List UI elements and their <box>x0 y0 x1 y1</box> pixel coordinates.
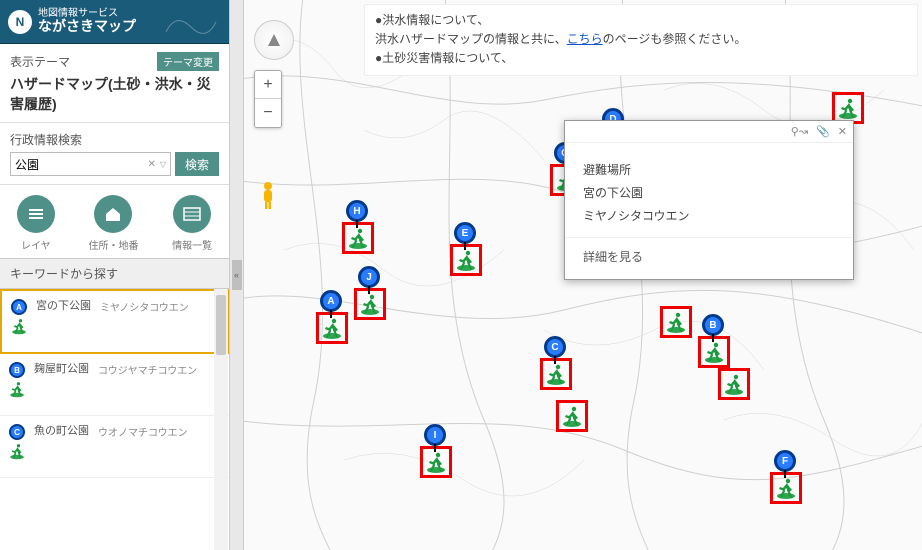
keyword-search-header: キーワードから探す <box>0 258 229 289</box>
info-line2-post: のページも参照ください。 <box>603 32 747 46</box>
marker-pin-icon: B <box>702 314 724 336</box>
admin-search-section: 行政情報検索 公園 ✕ ▽ 検索 <box>0 123 229 185</box>
search-input[interactable]: 公園 ✕ ▽ <box>10 152 171 176</box>
search-value: 公園 <box>15 156 39 173</box>
map-marker[interactable]: E <box>444 222 488 278</box>
shelter-person-icon <box>664 310 688 334</box>
svg-text:B: B <box>14 366 20 375</box>
map-marker[interactable] <box>550 378 594 434</box>
result-reading: ミヤノシタコウエン <box>100 299 189 344</box>
map-marker[interactable]: I <box>414 424 458 480</box>
popup-reading: ミヤノシタコウエン <box>583 205 835 228</box>
marker-pin-icon: A <box>320 290 342 312</box>
map-marker[interactable] <box>654 284 698 340</box>
brand-header: N 地図情報サービス ながさきマップ <box>0 0 229 44</box>
popup-pin-icon[interactable]: ⚲↝ <box>791 125 808 138</box>
list-icon <box>173 195 211 233</box>
search-dropdown-icon[interactable]: ▽ <box>160 160 166 169</box>
shelter-person-icon <box>320 316 344 340</box>
brand-decoration-icon <box>161 7 221 37</box>
zoom-out-button[interactable]: − <box>255 99 281 127</box>
result-item[interactable]: A 宮の下公園 ミヤノシタコウエン <box>0 289 229 354</box>
popup-detail-link[interactable]: 詳細を見る <box>565 237 853 279</box>
shelter-person-icon <box>454 248 478 272</box>
shelter-person-icon <box>358 292 382 316</box>
scrollbar-thumb[interactable] <box>216 295 226 355</box>
brand-main: ながさきマップ <box>38 19 136 34</box>
result-pin-icon: B <box>8 362 28 407</box>
map-marker[interactable]: H <box>336 200 380 256</box>
info-line2-pre: 洪水ハザードマップの情報と共に、 <box>375 32 567 46</box>
map-marker[interactable] <box>712 346 756 402</box>
brand-text: 地図情報サービス ながさきマップ <box>38 8 136 34</box>
nav-layer-label: レイヤ <box>21 241 51 252</box>
marker-pin-icon: I <box>424 424 446 446</box>
zoom-control: + − <box>254 70 282 128</box>
brand-logo-icon: N <box>8 10 32 34</box>
map-marker[interactable]: A <box>310 290 354 346</box>
theme-title: ハザードマップ(土砂・洪水・災害履歴) <box>10 75 219 114</box>
sidebar: N 地図情報サービス ながさきマップ 表示テーマ テーマ変更 ハザードマップ(土… <box>0 0 230 550</box>
shelter-person-icon <box>722 372 746 396</box>
result-pin-icon: A <box>10 299 30 344</box>
shelter-person-icon <box>424 450 448 474</box>
pegman-icon[interactable] <box>258 180 278 210</box>
map-marker[interactable]: F <box>764 450 808 506</box>
admin-search-label: 行政情報検索 <box>10 131 82 148</box>
result-reading: コウジヤマチコウエン <box>98 362 197 407</box>
map-canvas[interactable]: + − ●洪水情報について、 洪水ハザードマップの情報と共に、こちらのページも参… <box>244 0 922 550</box>
shelter-person-icon <box>774 476 798 500</box>
nav-layer[interactable]: レイヤ <box>17 195 55 252</box>
result-item[interactable]: C 魚の町公園 ウオノマチコウエン <box>0 416 229 478</box>
info-link[interactable]: こちら <box>567 32 603 46</box>
marker-pin-icon: F <box>774 450 796 472</box>
info-banner: ●洪水情報について、 洪水ハザードマップの情報と共に、こちらのページも参照くださ… <box>364 4 918 76</box>
compass-control[interactable] <box>254 20 294 60</box>
info-line1: ●洪水情報について、 <box>375 13 489 27</box>
map-marker[interactable] <box>826 70 870 126</box>
house-icon <box>94 195 132 233</box>
info-line3: ●土砂災害情報について、 <box>375 51 513 65</box>
results-scrollbar[interactable] <box>214 289 228 550</box>
marker-pin-icon: E <box>454 222 476 244</box>
shelter-person-icon <box>836 96 860 120</box>
svg-text:A: A <box>16 303 22 312</box>
marker-popup: ⚲↝ 📎 ✕ 避難場所 宮の下公園 ミヤノシタコウエン 詳細を見る <box>564 120 854 280</box>
result-pin-icon: C <box>8 424 28 469</box>
popup-category: 避難場所 <box>583 159 835 182</box>
popup-close-icon[interactable]: ✕ <box>838 125 847 138</box>
shelter-person-icon <box>560 404 584 428</box>
search-button[interactable]: 検索 <box>175 152 219 176</box>
theme-section: 表示テーマ テーマ変更 ハザードマップ(土砂・洪水・災害履歴) <box>0 44 229 123</box>
marker-pin-icon: J <box>358 266 380 288</box>
sidebar-collapse-tab[interactable]: « <box>230 0 244 550</box>
map-marker[interactable]: J <box>348 266 392 322</box>
popup-name: 宮の下公園 <box>583 182 835 205</box>
zoom-in-button[interactable]: + <box>255 71 281 99</box>
nav-list[interactable]: 情報一覧 <box>172 195 212 252</box>
svg-text:C: C <box>14 428 20 437</box>
search-results: A 宮の下公園 ミヤノシタコウエン B 麹屋町公園 コウジヤマチコウエン C 魚… <box>0 289 229 550</box>
shelter-person-icon <box>346 226 370 250</box>
nav-list-label: 情報一覧 <box>172 241 212 252</box>
marker-pin-icon: H <box>346 200 368 222</box>
result-item[interactable]: B 麹屋町公園 コウジヤマチコウエン <box>0 354 229 416</box>
layer-icon <box>17 195 55 233</box>
theme-change-button[interactable]: テーマ変更 <box>157 52 219 71</box>
nav-row: レイヤ 住所・地番 情報一覧 <box>0 185 229 258</box>
nav-address[interactable]: 住所・地番 <box>88 195 138 252</box>
theme-section-label: 表示テーマ <box>10 53 70 70</box>
result-name: 麹屋町公園 <box>34 362 92 407</box>
nav-address-label: 住所・地番 <box>88 241 138 252</box>
result-name: 魚の町公園 <box>34 424 92 469</box>
result-name: 宮の下公園 <box>36 299 94 344</box>
result-reading: ウオノマチコウエン <box>98 424 188 469</box>
chevron-left-icon: « <box>232 260 242 290</box>
popup-attach-icon[interactable]: 📎 <box>816 125 830 138</box>
clear-search-icon[interactable]: ✕ <box>147 159 155 170</box>
marker-pin-icon: C <box>544 336 566 358</box>
